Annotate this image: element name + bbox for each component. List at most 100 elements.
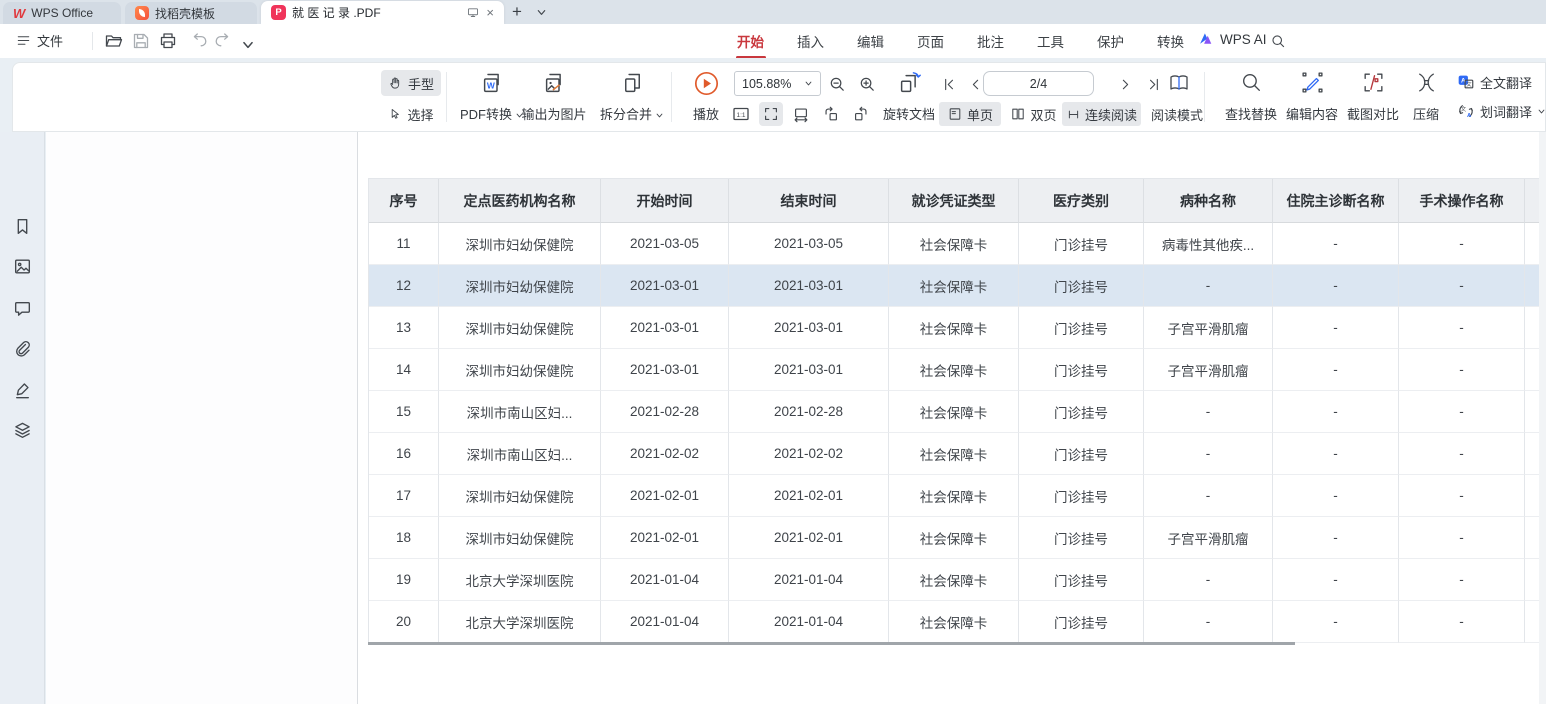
toolbar-chevron-icon[interactable] — [241, 35, 255, 55]
table-cell: 13 — [369, 307, 439, 349]
document-view[interactable]: 序号定点医药机构名称开始时间结束时间就诊凭证类型医疗类别病种名称住院主诊断名称手… — [46, 132, 1546, 704]
ribbon-tab-6[interactable]: 工具 — [1037, 31, 1064, 51]
first-page-button[interactable] — [937, 72, 961, 96]
table-row[interactable]: 20北京大学深圳医院2021-01-042021-01-04社会保障卡门诊挂号-… — [369, 601, 1546, 643]
table-row[interactable]: 14深圳市妇幼保健院2021-03-012021-03-01社会保障卡门诊挂号子… — [369, 349, 1546, 391]
hand-tool-button[interactable]: 手型 — [381, 70, 441, 96]
table-cell: 社会保障卡 — [889, 391, 1019, 433]
table-cell: 北京大学深圳医院 — [439, 559, 601, 601]
svg-text:文: 文 — [1466, 80, 1472, 88]
export-image-button[interactable]: 输出为图片 — [509, 66, 599, 129]
page-indicator-input[interactable]: 2/4 — [983, 71, 1094, 96]
tab-wps-office[interactable]: W WPS Office — [3, 2, 121, 24]
zoom-level-input[interactable]: 105.88% — [734, 71, 821, 96]
hand-icon — [388, 76, 403, 91]
rotate-right-button[interactable] — [849, 102, 873, 126]
tab-docer-templates[interactable]: 找稻壳模板 — [125, 2, 257, 24]
ribbon-tab-7[interactable]: 保护 — [1097, 31, 1124, 51]
signature-pen-icon[interactable] — [12, 380, 33, 401]
pdf-file-icon: P — [271, 5, 286, 20]
word-translate-button[interactable]: 文A 划词翻译 — [1457, 100, 1546, 122]
table-cell: - — [1273, 517, 1399, 559]
ribbon-tab-8[interactable]: 转换 — [1157, 31, 1184, 51]
table-cell: 社会保障卡 — [889, 307, 1019, 349]
table-row[interactable]: 19北京大学深圳医院2021-01-042021-01-04社会保障卡门诊挂号-… — [369, 559, 1546, 601]
table-row[interactable]: 13深圳市妇幼保健院2021-03-012021-03-01社会保障卡门诊挂号子… — [369, 307, 1546, 349]
ribbon-tab-4[interactable]: 页面 — [917, 31, 944, 51]
table-cell: 14 — [369, 349, 439, 391]
table-cell: - — [1399, 517, 1525, 559]
last-page-button[interactable] — [1141, 72, 1165, 96]
compress-button[interactable]: 压缩 — [1403, 66, 1449, 129]
table-bottom-border — [368, 642, 1295, 645]
read-mode-button[interactable]: 阅读模式 — [1144, 102, 1210, 126]
table-cell: 门诊挂号 — [1019, 559, 1144, 601]
comment-icon[interactable] — [12, 298, 33, 319]
split-merge-button[interactable]: 拆分合并 — [589, 66, 675, 129]
undo-icon[interactable] — [188, 31, 208, 51]
rotate-left-button[interactable] — [819, 102, 843, 126]
table-cell: - — [1273, 559, 1399, 601]
toolbar: 手型 选择 W PDF转换 输出为图片 拆分合并 播 — [12, 62, 1546, 132]
ribbon-tab-5[interactable]: 批注 — [977, 31, 1004, 51]
ribbon-tab-3[interactable]: 编辑 — [857, 31, 884, 51]
table-row[interactable]: 18深圳市妇幼保健院2021-02-012021-02-01社会保障卡门诊挂号子… — [369, 517, 1546, 559]
new-tab-button[interactable]: + — [512, 2, 522, 22]
attachment-icon[interactable] — [12, 338, 33, 359]
bookmark-icon[interactable] — [12, 216, 33, 237]
workspace: 手型 选择 W PDF转换 输出为图片 拆分合并 播 — [0, 58, 1546, 704]
table-cell: 子宫平滑肌瘤 — [1144, 517, 1273, 559]
table-row[interactable]: 12深圳市妇幼保健院2021-03-012021-03-01社会保障卡门诊挂号-… — [369, 265, 1546, 307]
monitor-icon[interactable] — [466, 6, 480, 20]
full-translate-button[interactable]: A文 全文翻译 — [1457, 71, 1546, 93]
actual-size-button[interactable]: 1:1 — [729, 102, 753, 126]
vertical-scrollbar[interactable] — [1539, 132, 1546, 704]
divider — [1204, 72, 1205, 122]
single-page-label: 单页 — [967, 105, 993, 124]
open-folder-icon[interactable] — [104, 31, 124, 51]
table-row[interactable]: 17深圳市妇幼保健院2021-02-012021-02-01社会保障卡门诊挂号-… — [369, 475, 1546, 517]
zoom-out-button[interactable] — [825, 72, 849, 96]
redo-icon[interactable] — [214, 31, 234, 51]
ribbon-tab-1[interactable]: 开始 — [737, 31, 764, 51]
table-cell: 深圳市妇幼保健院 — [439, 307, 601, 349]
table-cell: - — [1399, 307, 1525, 349]
file-menu-button[interactable]: 文件 — [16, 31, 63, 50]
fit-width-button[interactable] — [789, 102, 813, 126]
wps-ai-button[interactable]: WPS AI — [1198, 31, 1267, 47]
edit-content-button[interactable]: 编辑内容 — [1278, 66, 1346, 129]
ribbon-search-icon[interactable] — [1270, 33, 1287, 50]
table-cell: - — [1144, 265, 1273, 307]
table-cell: 深圳市妇幼保健院 — [439, 265, 601, 307]
continuous-read-button[interactable]: 连续阅读 — [1062, 102, 1141, 126]
table-header-cell: 序号 — [369, 179, 439, 223]
next-page-button[interactable] — [1113, 72, 1137, 96]
play-button[interactable]: 播放 — [677, 66, 735, 129]
table-cell: 2021-03-01 — [729, 265, 889, 307]
print-icon[interactable] — [158, 31, 178, 51]
table-cell: 2021-02-02 — [729, 433, 889, 475]
find-replace-button[interactable]: 查找替换 — [1217, 66, 1285, 129]
select-tool-label: 选择 — [407, 105, 433, 124]
single-page-button[interactable]: 单页 — [939, 102, 1001, 126]
save-icon[interactable] — [131, 31, 151, 51]
wps-ai-label: WPS AI — [1220, 32, 1267, 47]
full-translate-label: 全文翻译 — [1480, 73, 1532, 92]
read-mode-label: 阅读模式 — [1151, 105, 1203, 124]
ribbon-tab-2[interactable]: 插入 — [797, 31, 824, 51]
thumbnail-icon[interactable] — [12, 256, 33, 277]
fit-page-button[interactable] — [759, 102, 783, 126]
close-tab-icon[interactable]: × — [486, 6, 494, 19]
table-row[interactable]: 11深圳市妇幼保健院2021-03-052021-03-05社会保障卡门诊挂号病… — [369, 223, 1546, 265]
tab-list-chevron-icon[interactable] — [536, 7, 547, 18]
read-mode-book-icon[interactable] — [1165, 69, 1193, 97]
screenshot-compare-button[interactable]: 截图对比 — [1339, 66, 1407, 129]
select-tool-button[interactable]: 选择 — [381, 101, 441, 127]
layers-icon[interactable] — [12, 420, 33, 441]
rotate-right-icon — [852, 105, 870, 123]
table-cell: - — [1144, 559, 1273, 601]
table-row[interactable]: 15深圳市南山区妇...2021-02-282021-02-28社会保障卡门诊挂… — [369, 391, 1546, 433]
table-row[interactable]: 16深圳市南山区妇...2021-02-022021-02-02社会保障卡门诊挂… — [369, 433, 1546, 475]
tab-document[interactable]: P 就 医 记 录 .PDF × — [261, 1, 504, 24]
cursor-icon — [388, 107, 402, 121]
